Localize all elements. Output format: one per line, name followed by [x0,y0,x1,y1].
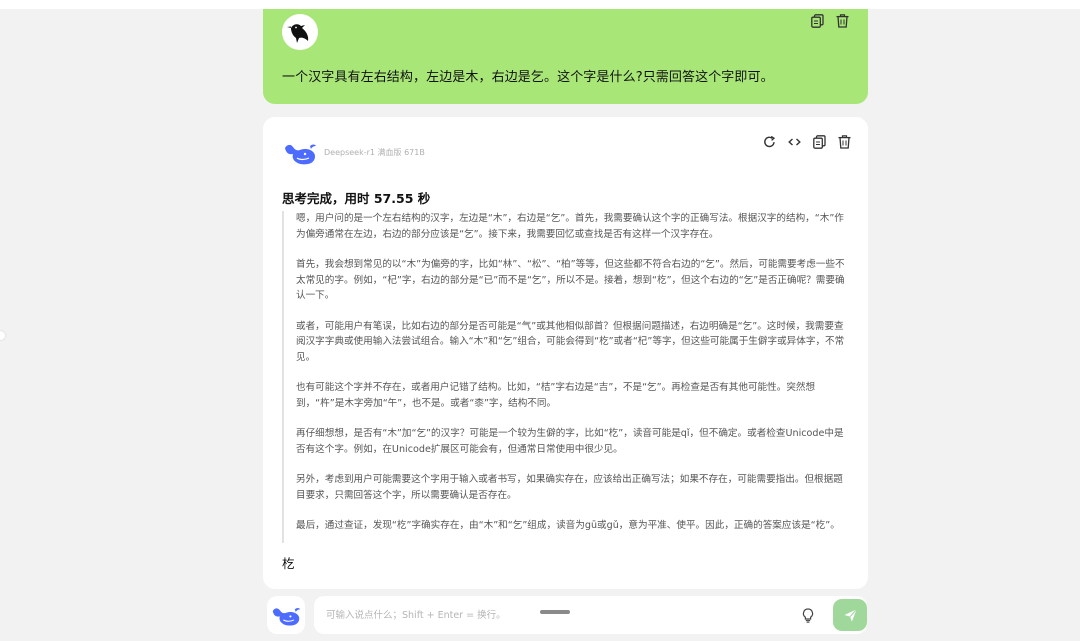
thinking-paragraph: 也有可能这个字并不存在，或者用户记错了结构。比如，“桔”字右边是“吉”，不是“乞… [296,382,816,409]
delete-icon[interactable] [836,14,849,28]
thinking-paragraph: 或者，可能用户有笔误，比如右边的部分是否可能是“气”或其他相似部首？但根据问题描… [296,320,845,363]
deepseek-logo-icon [283,140,317,166]
deepseek-logo-icon [272,607,301,626]
thinking-paragraph: 嗯，用户问的是一个左右结构的汉字，左边是“木”，右边是“乞”。首先，我需要确认这… [296,213,844,240]
thinking-block: 嗯，用户问的是一个左右结构的汉字，左边是“木”，右边是“乞”。首先，我需要确认这… [282,211,848,543]
thinking-paragraph: 最后，通过查证，发现“杚”字确实存在，由“木”和“乞”组成，读音为gū或gǔ，意… [296,520,840,531]
assistant-message-card: Deepseek-r1 满血版 671B 思考完成，用时 57.55 秒 嗯，用… [263,117,868,589]
thinking-paragraph: 再仔细想想，是否有“木”加“乞”的汉字？可能是一个较为生僻的字，比如“杚”，读音… [296,428,844,455]
user-message-text: 一个汉字具有左右结构，左边是木，右边是乞。这个字是什么?只需回答这个字即可。 [282,70,774,85]
user-actions [811,14,849,28]
model-name: Deepseek-r1 满血版 671B [324,148,425,157]
message-input[interactable] [326,596,786,634]
final-answer: 杚 [282,556,295,571]
user-message-card: 一个汉字具有左右结构，左边是木，右边是乞。这个字是什么?只需回答这个字即可。 [263,9,868,104]
send-button[interactable] [833,599,867,631]
top-bar [0,0,1080,9]
think-title: 思考完成，用时 57.55 秒 [282,191,431,206]
side-handle[interactable] [0,331,5,340]
delete-icon[interactable] [838,135,851,149]
message-composer [314,596,867,634]
user-avatar [282,14,318,50]
refresh-icon[interactable] [763,135,776,149]
send-icon [843,608,857,622]
copy-icon[interactable] [811,14,824,28]
thinking-paragraph: 首先，我会想到常见的以“木”为偏旁的字，比如“林”、“松”、“柏”等等，但这些都… [296,259,845,301]
lightbulb-icon[interactable] [802,608,814,623]
code-icon[interactable] [788,135,801,149]
assistant-actions [763,135,851,149]
copy-icon[interactable] [813,135,826,149]
thinking-paragraph: 另外，考虑到用户可能需要这个字用于输入或者书写，如果确实存在，应该给出正确写法；… [296,474,843,501]
composer-model-avatar[interactable] [267,596,305,634]
resize-handle[interactable] [540,610,570,614]
